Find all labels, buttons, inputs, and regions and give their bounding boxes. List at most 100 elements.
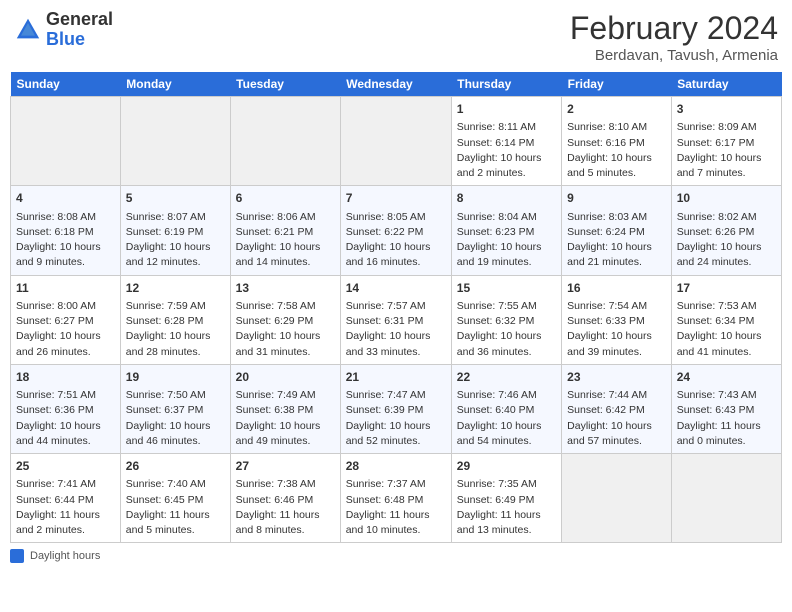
calendar-cell: 28 Sunrise: 7:37 AM Sunset: 6:48 PM Dayli… bbox=[340, 454, 451, 543]
day-number: 4 bbox=[16, 190, 115, 207]
day-number: 6 bbox=[236, 190, 335, 207]
calendar-cell: 15Sunrise: 7:55 AM Sunset: 6:32 PM Dayli… bbox=[451, 275, 561, 364]
day-info: Sunrise: 7:47 AM Sunset: 6:39 PM Dayligh… bbox=[346, 388, 446, 449]
week-row-1: 1 Sunrise: 8:11 AM Sunset: 6:14 PM Daylig… bbox=[11, 97, 782, 186]
calendar-cell: 21 Sunrise: 7:47 AM Sunset: 6:39 PM Dayli… bbox=[340, 364, 451, 453]
calendar-cell: 5 Sunrise: 8:07 AM Sunset: 6:19 PM Daylig… bbox=[120, 186, 230, 275]
calendar-cell bbox=[230, 97, 340, 186]
day-info: Sunrise: 8:00 AM Sunset: 6:27 PM Dayligh… bbox=[16, 299, 115, 360]
title-block: February 2024 Berdavan, Tavush, Armenia bbox=[570, 10, 778, 64]
day-number: 3 bbox=[677, 101, 776, 118]
col-header-saturday: Saturday bbox=[671, 72, 781, 97]
legend-label: Daylight hours bbox=[30, 550, 100, 562]
legend-box bbox=[10, 549, 24, 563]
day-info: Sunrise: 7:57 AM Sunset: 6:31 PM Dayligh… bbox=[346, 299, 446, 360]
calendar-cell bbox=[340, 97, 451, 186]
day-number: 21 bbox=[346, 369, 446, 386]
day-number: 20 bbox=[236, 369, 335, 386]
calendar-cell: 14 Sunrise: 7:57 AM Sunset: 6:31 PM Dayli… bbox=[340, 275, 451, 364]
day-number: 23 bbox=[567, 369, 666, 386]
calendar-cell: 10 Sunrise: 8:02 AM Sunset: 6:26 PM Dayli… bbox=[671, 186, 781, 275]
day-info: Sunrise: 7:43 AM Sunset: 6:43 PM Dayligh… bbox=[677, 388, 776, 449]
calendar-cell: 20 Sunrise: 7:49 AM Sunset: 6:38 PM Dayli… bbox=[230, 364, 340, 453]
calendar-cell: 13 Sunrise: 7:58 AM Sunset: 6:29 PM Dayli… bbox=[230, 275, 340, 364]
day-info: Sunrise: 7:38 AM Sunset: 6:46 PM Dayligh… bbox=[236, 477, 335, 538]
day-number: 22 bbox=[457, 369, 556, 386]
calendar-cell: 17 Sunrise: 7:53 AM Sunset: 6:34 PM Dayli… bbox=[671, 275, 781, 364]
calendar-cell: 16 Sunrise: 7:54 AM Sunset: 6:33 PM Dayli… bbox=[562, 275, 672, 364]
day-info: Sunrise: 8:05 AM Sunset: 6:22 PM Dayligh… bbox=[346, 210, 446, 271]
day-info: Sunrise: 7:51 AM Sunset: 6:36 PM Dayligh… bbox=[16, 388, 115, 449]
calendar-cell: 19 Sunrise: 7:50 AM Sunset: 6:37 PM Dayli… bbox=[120, 364, 230, 453]
calendar-cell: 7 Sunrise: 8:05 AM Sunset: 6:22 PM Daylig… bbox=[340, 186, 451, 275]
col-header-thursday: Thursday bbox=[451, 72, 561, 97]
calendar-table: SundayMondayTuesdayWednesdayThursdayFrid… bbox=[10, 72, 782, 543]
month-title: February 2024 bbox=[570, 10, 778, 47]
week-row-4: 18 Sunrise: 7:51 AM Sunset: 6:36 PM Dayli… bbox=[11, 364, 782, 453]
logo-text: General Blue bbox=[46, 10, 113, 50]
day-info: Sunrise: 7:59 AM Sunset: 6:28 PM Dayligh… bbox=[126, 299, 225, 360]
day-number: 16 bbox=[567, 280, 666, 297]
day-info: Sunrise: 8:07 AM Sunset: 6:19 PM Dayligh… bbox=[126, 210, 225, 271]
legend: Daylight hours bbox=[10, 549, 782, 563]
day-number: 19 bbox=[126, 369, 225, 386]
calendar-cell: 11 Sunrise: 8:00 AM Sunset: 6:27 PM Dayli… bbox=[11, 275, 121, 364]
day-number: 28 bbox=[346, 458, 446, 475]
calendar-cell bbox=[120, 97, 230, 186]
day-number: 1 bbox=[457, 101, 556, 118]
day-number: 29 bbox=[457, 458, 556, 475]
day-info: Sunrise: 7:37 AM Sunset: 6:48 PM Dayligh… bbox=[346, 477, 446, 538]
day-number: 18 bbox=[16, 369, 115, 386]
day-info: Sunrise: 7:49 AM Sunset: 6:38 PM Dayligh… bbox=[236, 388, 335, 449]
day-number: 12 bbox=[126, 280, 225, 297]
calendar-cell: 9Sunrise: 8:03 AM Sunset: 6:24 PM Daylig… bbox=[562, 186, 672, 275]
calendar-cell bbox=[671, 454, 781, 543]
day-info: Sunrise: 8:10 AM Sunset: 6:16 PM Dayligh… bbox=[567, 120, 666, 181]
calendar-cell: 27 Sunrise: 7:38 AM Sunset: 6:46 PM Dayli… bbox=[230, 454, 340, 543]
logo-general: General bbox=[46, 9, 113, 29]
calendar-cell: 23Sunrise: 7:44 AM Sunset: 6:42 PM Dayli… bbox=[562, 364, 672, 453]
day-number: 5 bbox=[126, 190, 225, 207]
day-info: Sunrise: 8:11 AM Sunset: 6:14 PM Dayligh… bbox=[457, 120, 556, 181]
day-number: 14 bbox=[346, 280, 446, 297]
calendar-cell: 1 Sunrise: 8:11 AM Sunset: 6:14 PM Daylig… bbox=[451, 97, 561, 186]
day-info: Sunrise: 7:46 AM Sunset: 6:40 PM Dayligh… bbox=[457, 388, 556, 449]
page-header: General Blue February 2024 Berdavan, Tav… bbox=[10, 10, 782, 64]
day-info: Sunrise: 7:50 AM Sunset: 6:37 PM Dayligh… bbox=[126, 388, 225, 449]
day-info: Sunrise: 8:09 AM Sunset: 6:17 PM Dayligh… bbox=[677, 120, 776, 181]
logo-icon bbox=[14, 16, 42, 44]
calendar-cell: 8Sunrise: 8:04 AM Sunset: 6:23 PM Daylig… bbox=[451, 186, 561, 275]
day-info: Sunrise: 8:02 AM Sunset: 6:26 PM Dayligh… bbox=[677, 210, 776, 271]
calendar-cell: 4Sunrise: 8:08 AM Sunset: 6:18 PM Daylig… bbox=[11, 186, 121, 275]
calendar-cell: 25Sunrise: 7:41 AM Sunset: 6:44 PM Dayli… bbox=[11, 454, 121, 543]
logo: General Blue bbox=[14, 10, 113, 50]
calendar-cell bbox=[562, 454, 672, 543]
location: Berdavan, Tavush, Armenia bbox=[570, 47, 778, 64]
day-info: Sunrise: 8:03 AM Sunset: 6:24 PM Dayligh… bbox=[567, 210, 666, 271]
day-info: Sunrise: 7:40 AM Sunset: 6:45 PM Dayligh… bbox=[126, 477, 225, 538]
day-info: Sunrise: 7:35 AM Sunset: 6:49 PM Dayligh… bbox=[457, 477, 556, 538]
col-header-monday: Monday bbox=[120, 72, 230, 97]
day-number: 13 bbox=[236, 280, 335, 297]
day-info: Sunrise: 7:58 AM Sunset: 6:29 PM Dayligh… bbox=[236, 299, 335, 360]
day-number: 24 bbox=[677, 369, 776, 386]
col-header-wednesday: Wednesday bbox=[340, 72, 451, 97]
calendar-cell: 3 Sunrise: 8:09 AM Sunset: 6:17 PM Daylig… bbox=[671, 97, 781, 186]
calendar-cell: 6 Sunrise: 8:06 AM Sunset: 6:21 PM Daylig… bbox=[230, 186, 340, 275]
day-info: Sunrise: 8:04 AM Sunset: 6:23 PM Dayligh… bbox=[457, 210, 556, 271]
week-row-2: 4Sunrise: 8:08 AM Sunset: 6:18 PM Daylig… bbox=[11, 186, 782, 275]
col-header-friday: Friday bbox=[562, 72, 672, 97]
calendar-cell: 26 Sunrise: 7:40 AM Sunset: 6:45 PM Dayli… bbox=[120, 454, 230, 543]
day-info: Sunrise: 7:53 AM Sunset: 6:34 PM Dayligh… bbox=[677, 299, 776, 360]
day-number: 17 bbox=[677, 280, 776, 297]
calendar-cell: 12 Sunrise: 7:59 AM Sunset: 6:28 PM Dayli… bbox=[120, 275, 230, 364]
day-number: 10 bbox=[677, 190, 776, 207]
day-number: 27 bbox=[236, 458, 335, 475]
day-info: Sunrise: 8:06 AM Sunset: 6:21 PM Dayligh… bbox=[236, 210, 335, 271]
calendar-cell: 29 Sunrise: 7:35 AM Sunset: 6:49 PM Dayli… bbox=[451, 454, 561, 543]
day-number: 7 bbox=[346, 190, 446, 207]
day-number: 26 bbox=[126, 458, 225, 475]
day-number: 11 bbox=[16, 280, 115, 297]
calendar-cell: 22 Sunrise: 7:46 AM Sunset: 6:40 PM Dayli… bbox=[451, 364, 561, 453]
day-info: Sunrise: 7:54 AM Sunset: 6:33 PM Dayligh… bbox=[567, 299, 666, 360]
